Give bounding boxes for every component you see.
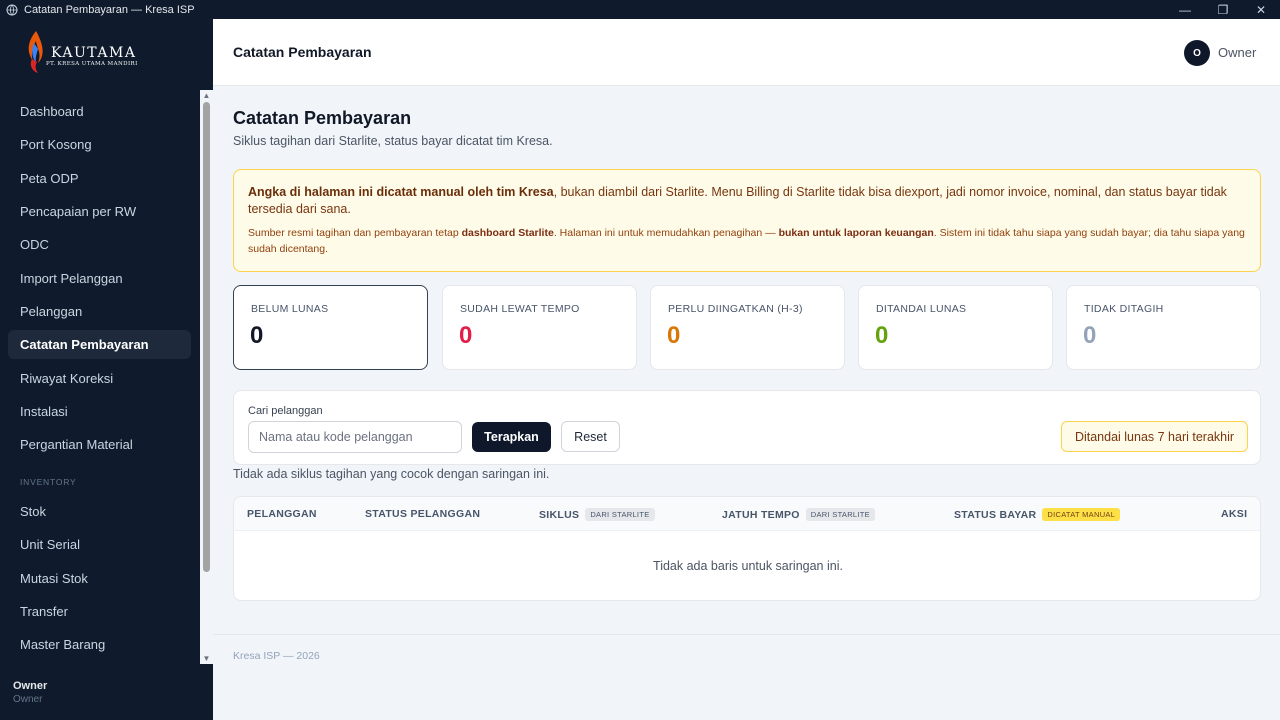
header-title: Catatan Pembayaran — [233, 44, 372, 60]
search-input[interactable] — [248, 421, 462, 453]
top-header: Catatan Pembayaran O Owner — [213, 19, 1280, 86]
page-footer: Kresa ISP — 2026 — [213, 634, 1280, 662]
column-label: STATUS BAYAR — [954, 508, 1037, 521]
notice-line-2-b: dashboard Starlite — [461, 227, 554, 239]
sidebar-item-stok[interactable]: Stok — [8, 497, 191, 526]
stat-card-sudah-lewat-tempo[interactable]: SUDAH LEWAT TEMPO 0 — [442, 285, 637, 370]
source-tag: DARI STARLITE — [585, 508, 655, 521]
apply-button[interactable]: Terapkan — [472, 422, 551, 452]
column-header-siklus[interactable]: SIKLUS DARI STARLITE — [539, 508, 655, 521]
stat-value: 0 — [667, 322, 681, 349]
column-header-aksi: AKSI — [1221, 508, 1247, 520]
sidebar-item-port-kosong[interactable]: Port Kosong — [8, 130, 191, 159]
sidebar-item-peta-odp[interactable]: Peta ODP — [8, 164, 191, 193]
sidebar-item-import-pelanggan[interactable]: Import Pelanggan — [8, 264, 191, 293]
column-label: JATUH TEMPO — [722, 508, 800, 521]
paid-last-7-days-button[interactable]: Ditandai lunas 7 hari terakhir — [1061, 421, 1248, 452]
stat-card-perlu-diingatkan[interactable]: PERLU DIINGATKAN (H-3) 0 — [650, 285, 845, 370]
filter-bar: Cari pelanggan Terapkan Reset Ditandai l… — [233, 390, 1261, 465]
stat-card-ditandai-lunas[interactable]: DITANDAI LUNAS 0 — [858, 285, 1053, 370]
sidebar-nav: Dashboard Port Kosong Peta ODP Pencapaia… — [0, 90, 200, 664]
sidebar-item-dashboard[interactable]: Dashboard — [8, 97, 191, 126]
sidebar-user-name: Owner — [13, 680, 48, 692]
column-header-jatuh-tempo[interactable]: JATUH TEMPO DARI STARLITE — [722, 508, 875, 521]
sidebar-item-mutasi-stok[interactable]: Mutasi Stok — [8, 564, 191, 593]
source-tag: DARI STARLITE — [805, 508, 875, 521]
page-subtitle: Siklus tagihan dari Starlite, status bay… — [233, 134, 553, 148]
sidebar-item-unit-serial[interactable]: Unit Serial — [8, 530, 191, 559]
scroll-down-icon[interactable]: ▼ — [202, 654, 211, 663]
column-label: AKSI — [1221, 508, 1248, 520]
column-header-status-pelanggan[interactable]: STATUS PELANGGAN — [365, 508, 480, 520]
notice-line-1: Angka di halaman ini dicatat manual oleh… — [248, 184, 1246, 218]
scroll-up-icon[interactable]: ▲ — [202, 91, 211, 100]
sidebar-item-pelanggan[interactable]: Pelanggan — [8, 297, 191, 326]
column-label: STATUS PELANGGAN — [365, 508, 481, 520]
stat-label: DITANDAI LUNAS — [876, 303, 967, 315]
sidebar-scrollbar[interactable]: ▲ ▼ — [200, 90, 213, 664]
table-header: PELANGGAN STATUS PELANGGAN SIKLUS DARI ST… — [234, 497, 1260, 531]
column-header-pelanggan[interactable]: PELANGGAN — [247, 508, 317, 520]
column-label: SIKLUS — [539, 508, 580, 521]
reset-button[interactable]: Reset — [561, 421, 620, 452]
stat-label: PERLU DIINGATKAN (H-3) — [668, 303, 803, 315]
app-globe-icon — [6, 4, 18, 15]
maximize-icon[interactable]: ❐ — [1206, 0, 1240, 19]
stat-value: 0 — [1083, 322, 1097, 349]
search-label: Cari pelanggan — [248, 405, 323, 417]
billing-table: PELANGGAN STATUS PELANGGAN SIKLUS DARI ST… — [233, 496, 1261, 601]
stat-label: SUDAH LEWAT TEMPO — [460, 303, 580, 315]
sidebar-item-pencapaian-per-rw[interactable]: Pencapaian per RW — [8, 197, 191, 226]
sidebar-item-catatan-pembayaran[interactable]: Catatan Pembayaran — [8, 330, 191, 359]
footer-text: Kresa ISP — 2026 — [233, 650, 320, 662]
stat-card-belum-lunas[interactable]: BELUM LUNAS 0 — [233, 285, 428, 370]
sidebar-item-transfer[interactable]: Transfer — [8, 597, 191, 626]
brand-subtitle: PT. KRESA UTAMA MANDIRI — [46, 61, 138, 67]
sidebar-item-odc[interactable]: ODC — [8, 230, 191, 259]
stat-value: 0 — [459, 322, 473, 349]
brand-name: KAUTAMA — [51, 45, 137, 61]
column-label: PELANGGAN — [247, 508, 317, 520]
brand-logo[interactable]: KAUTAMA PT. KRESA UTAMA MANDIRI — [0, 19, 213, 86]
stat-value: 0 — [875, 322, 889, 349]
stat-label: TIDAK DITAGIH — [1084, 303, 1164, 315]
sidebar-item-pergantian-material[interactable]: Pergantian Material — [8, 430, 191, 459]
sidebar-section-inventory: INVENTORY — [20, 477, 77, 487]
notice-line-2: Sumber resmi tagihan dan pembayaran teta… — [248, 225, 1246, 257]
manual-data-notice: Angka di halaman ini dicatat manual oleh… — [233, 169, 1261, 272]
sidebar-item-instalasi[interactable]: Instalasi — [8, 397, 191, 426]
sidebar-item-riwayat-koreksi[interactable]: Riwayat Koreksi — [8, 364, 191, 393]
stat-label: BELUM LUNAS — [251, 303, 329, 315]
notice-line-2-d: bukan untuk laporan keuangan — [778, 227, 934, 239]
notice-line-1-bold: Angka di halaman ini dicatat manual oleh… — [248, 185, 554, 199]
scrollbar-thumb[interactable] — [203, 102, 210, 572]
flame-logo-icon — [28, 31, 43, 73]
sidebar-item-master-barang[interactable]: Master Barang — [8, 630, 191, 659]
minimize-icon[interactable]: — — [1168, 0, 1202, 19]
window-titlebar: Catatan Pembayaran — Kresa ISP — ❐ ✕ — [0, 0, 1280, 19]
sidebar: KAUTAMA PT. KRESA UTAMA MANDIRI Dashboar… — [0, 19, 213, 720]
notice-line-2-c: . Halaman ini untuk memudahkan penagihan… — [553, 227, 779, 239]
header-user-label[interactable]: Owner — [1218, 45, 1256, 60]
sidebar-user-role: Owner — [13, 694, 43, 705]
close-icon[interactable]: ✕ — [1244, 0, 1278, 19]
sidebar-user[interactable]: Owner Owner — [13, 680, 47, 705]
stat-card-tidak-ditagih[interactable]: TIDAK DITAGIH 0 — [1066, 285, 1261, 370]
table-empty-message: Tidak ada baris untuk saringan ini. — [653, 559, 843, 573]
notice-line-2-a: Sumber resmi tagihan dan pembayaran teta… — [248, 227, 462, 239]
empty-cycles-message: Tidak ada siklus tagihan yang cocok deng… — [233, 467, 550, 481]
avatar[interactable]: O — [1184, 40, 1210, 66]
page-title: Catatan Pembayaran — [233, 108, 412, 128]
stat-value: 0 — [250, 322, 264, 349]
main-content: Catatan Pembayaran Siklus tagihan dari S… — [213, 86, 1280, 720]
manual-tag: DICATAT MANUAL — [1042, 508, 1121, 521]
window-title: Catatan Pembayaran — Kresa ISP — [24, 3, 195, 16]
column-header-status-bayar[interactable]: STATUS BAYAR DICATAT MANUAL — [954, 508, 1121, 521]
